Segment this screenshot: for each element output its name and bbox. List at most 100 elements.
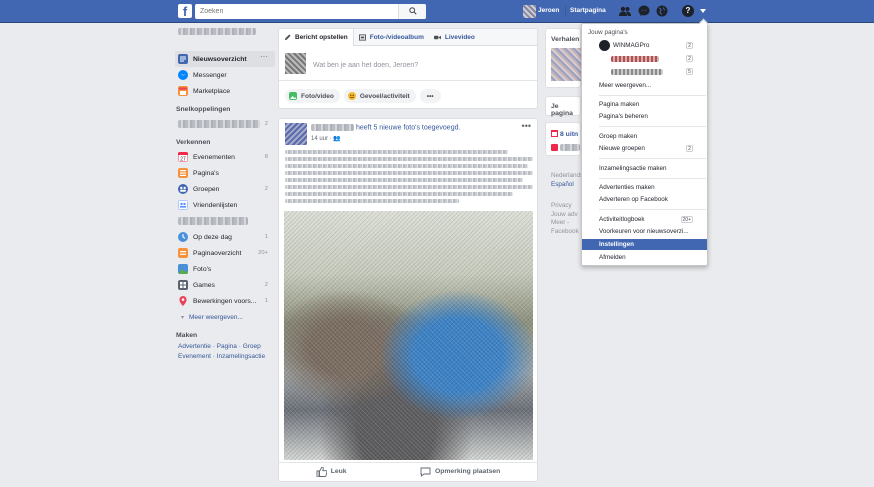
sidebar-item-shortcut[interactable]: 2 xyxy=(175,116,275,132)
menu-new-groups[interactable]: Nieuwe groepen 2 xyxy=(582,143,707,154)
post-action-text[interactable]: heeft 5 nieuwe foto's toegevoegd. xyxy=(356,124,460,131)
search-input[interactable] xyxy=(195,4,395,19)
tab-label: Bericht opstellen xyxy=(295,33,348,41)
menu-create-page[interactable]: Pagina maken xyxy=(582,99,707,110)
sidebar-item-marketplace[interactable]: Marketplace xyxy=(175,83,275,99)
privacy-link[interactable]: Privacy xyxy=(551,202,579,211)
author-name-blurred[interactable] xyxy=(311,124,354,131)
create-ad-link[interactable]: Advertentie xyxy=(178,343,211,350)
audience-friends-icon[interactable]: 👥 xyxy=(333,136,340,142)
more-options-icon[interactable]: ··· xyxy=(260,52,268,61)
create-group-link[interactable]: Groep xyxy=(243,343,261,350)
profile-avatar[interactable] xyxy=(523,5,536,18)
smiley-icon xyxy=(347,92,356,100)
menu-advertise[interactable]: Adverteren op Facebook xyxy=(582,194,707,205)
button-label: Gevoel/activiteit xyxy=(359,92,410,100)
menu-divider xyxy=(599,158,706,159)
feeling-activity-button[interactable]: Gevoel/activiteit xyxy=(343,89,416,103)
tab-create-post[interactable]: Bericht opstellen xyxy=(279,28,354,46)
story-thumbnail[interactable] xyxy=(551,48,582,81)
menu-create-fundraiser[interactable]: Inzamelingsactie maken xyxy=(582,163,707,174)
messages-icon[interactable] xyxy=(638,5,650,17)
calendar-icon: 27 xyxy=(178,152,188,162)
composer-tabs: Bericht opstellen Foto-/videoalbum Livev… xyxy=(279,28,537,46)
post-timestamp[interactable]: 14 uur xyxy=(311,136,328,142)
comment-label: Opmerking plaatsen xyxy=(434,468,501,475)
sidebar-item-photos[interactable]: Foto's xyxy=(175,261,275,277)
author-avatar[interactable] xyxy=(285,123,307,145)
thumbs-up-icon xyxy=(316,466,327,477)
more-link[interactable]: Meer - xyxy=(551,219,579,228)
menu-item-label: Activiteitlogboek xyxy=(599,216,645,223)
calendar-icon xyxy=(551,130,558,137)
sidebar-see-more[interactable]: ▾ Meer weergeven... xyxy=(175,309,275,325)
language-spanish[interactable]: Español xyxy=(551,181,583,190)
search-button[interactable] xyxy=(398,4,426,19)
events-count-link[interactable]: 8 uitn xyxy=(560,131,578,138)
account-menu-caret-icon[interactable] xyxy=(700,9,706,13)
menu-news-feed-preferences[interactable]: Voorkeuren voor nieuwsoverzi... xyxy=(582,226,707,237)
tab-live-video[interactable]: Livevideo xyxy=(429,29,480,46)
menu-see-more[interactable]: Meer weergeven... xyxy=(582,80,707,91)
shortcut-count: 2 xyxy=(264,121,268,127)
composer-placeholder[interactable]: Wat ben je aan het doen, Jeroen? xyxy=(313,62,418,69)
sidebar-item-games[interactable]: Games 2 xyxy=(175,277,275,293)
stories-card: Verhalen xyxy=(545,28,582,88)
sidebar-item-suggested-edits[interactable]: Bewerkingen voors... 1 xyxy=(175,293,275,309)
sidebar-item-pages[interactable]: Pagina's xyxy=(175,165,275,181)
comment-button[interactable]: Opmerking plaatsen xyxy=(420,467,500,477)
tab-photo-album[interactable]: Foto-/videoalbum xyxy=(354,29,429,46)
your-pages-title[interactable]: Je pagina xyxy=(551,103,580,117)
games-icon xyxy=(178,280,188,290)
help-icon[interactable]: ? xyxy=(682,5,694,17)
menu-create-ads[interactable]: Advertenties maken xyxy=(582,182,707,193)
tab-label: Livevideo xyxy=(444,33,475,41)
see-more-link[interactable]: Meer weergeven... xyxy=(189,314,243,321)
page-item-winmagpro[interactable]: WINMAGPro 2 xyxy=(599,40,707,51)
menu-log-out[interactable]: Afmelden xyxy=(582,252,707,263)
sidebar-item-page-feed[interactable]: Paginaoverzicht 20+ xyxy=(175,245,275,261)
sidebar-item-on-this-day[interactable]: Op deze dag 1 xyxy=(175,229,275,245)
footer-links: Privacy Jouw adv Meer - Facebook xyxy=(551,202,579,236)
sidebar-item-news-feed[interactable]: Nieuwsoverzicht ··· xyxy=(175,51,275,67)
more-options-button[interactable]: ••• xyxy=(419,89,441,103)
sidebar-item-count: 1 xyxy=(264,298,268,304)
home-link[interactable]: Startpagina xyxy=(570,7,606,14)
stories-title[interactable]: Verhalen xyxy=(551,36,579,43)
menu-settings[interactable]: Instellingen xyxy=(582,239,707,250)
explore-heading: Verkennen xyxy=(176,139,211,146)
menu-activity-log[interactable]: Activiteitlogboek 20+ xyxy=(582,214,707,225)
friend-requests-icon[interactable] xyxy=(619,5,631,17)
sidebar-item-messenger[interactable]: Messenger xyxy=(175,67,275,83)
create-fundraiser-link[interactable]: Inzamelingsactie xyxy=(217,353,265,360)
like-button[interactable]: Leuk xyxy=(316,466,347,477)
sidebar-item-groups[interactable]: Groepen 2 xyxy=(175,181,275,197)
page-item-blurred[interactable]: 2 xyxy=(599,53,707,64)
sidebar-item-friend-lists[interactable]: Vriendenlijsten xyxy=(175,197,275,213)
composer-body[interactable]: Wat ben je aan het doen, Jeroen? xyxy=(279,46,537,81)
page-item-blurred[interactable]: 5 xyxy=(599,66,707,77)
blurred-page-name xyxy=(611,69,663,75)
video-camera-icon xyxy=(433,35,441,39)
gift-icon xyxy=(551,144,558,151)
create-page-link[interactable]: Pagina xyxy=(217,343,237,350)
post-options-icon[interactable]: ••• xyxy=(522,121,531,131)
sidebar-item-count: 2 xyxy=(264,282,268,288)
menu-manage-pages[interactable]: Pagina's beheren xyxy=(582,111,707,122)
notifications-globe-icon[interactable] xyxy=(656,5,668,17)
ad-choices-link[interactable]: Jouw adv xyxy=(551,211,579,220)
photo-video-button[interactable]: Foto/video xyxy=(285,89,340,103)
create-event-link[interactable]: Evenement xyxy=(178,353,211,360)
post-photo[interactable] xyxy=(284,211,533,460)
menu-create-group[interactable]: Groep maken xyxy=(582,131,707,142)
flag-icon xyxy=(178,168,188,178)
button-label: Foto/video xyxy=(301,92,334,100)
blurred-birthday[interactable] xyxy=(560,144,580,151)
menu-item-badge: 20+ xyxy=(680,216,693,223)
sidebar-item-events[interactable]: 27 Evenementen 8 xyxy=(175,149,275,165)
facebook-logo[interactable]: f xyxy=(178,4,192,19)
sidebar-item-label: Groepen xyxy=(193,185,220,193)
sidebar-item-blurred[interactable] xyxy=(175,213,275,229)
profile-name-blurred[interactable] xyxy=(175,28,275,40)
profile-link[interactable]: Jeroen xyxy=(538,7,559,14)
